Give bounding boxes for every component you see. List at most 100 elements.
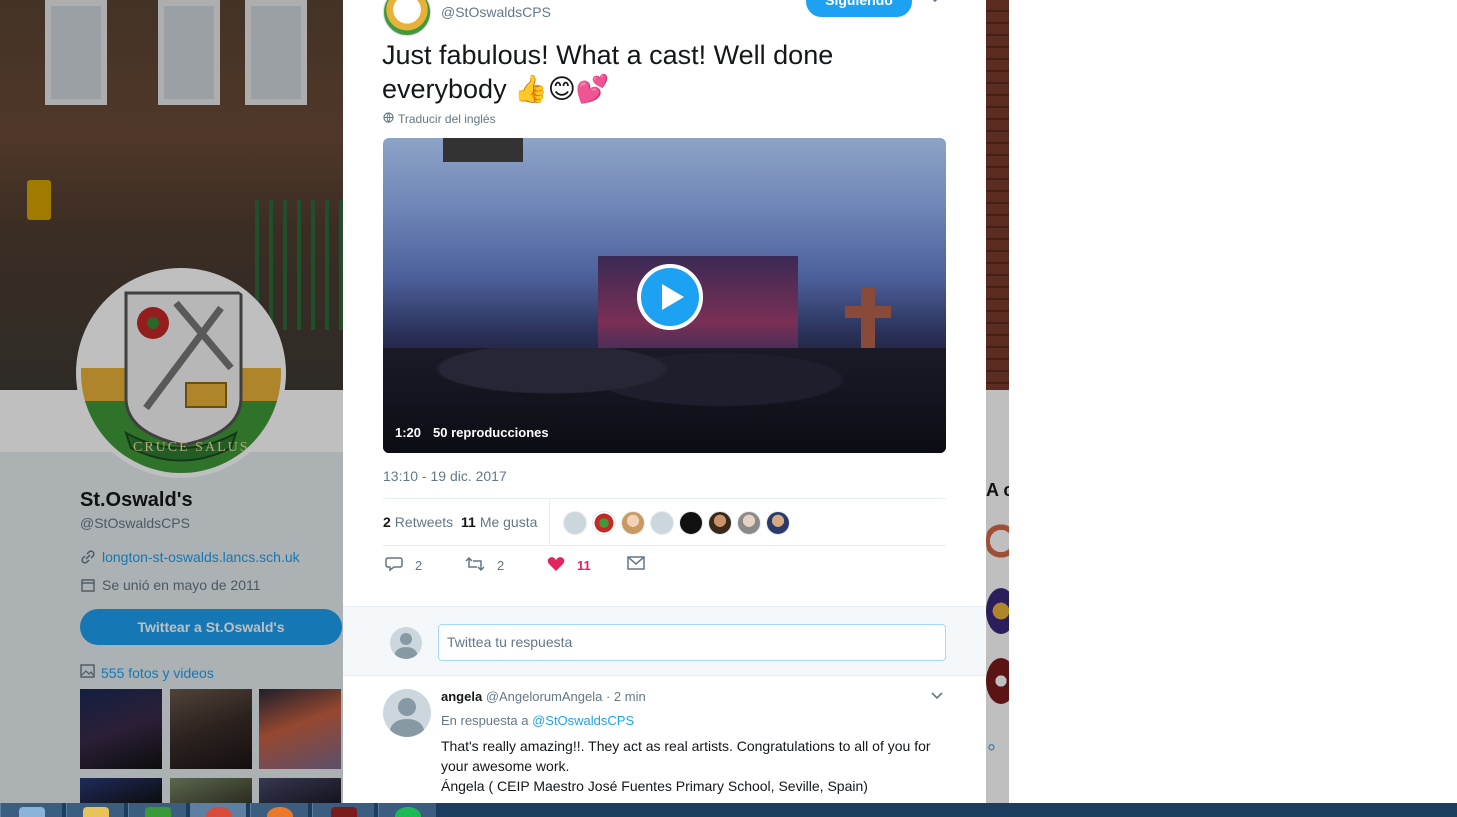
author-handle[interactable]: @StOswaldsCPS [441,4,551,20]
windows-taskbar [0,803,1457,817]
retweets-label: Retweets [394,514,454,530]
liker-avatar[interactable] [766,511,790,535]
media-thumbnail[interactable] [170,778,252,803]
reply-composer: Twittea tu respuesta [343,606,986,676]
translate-link[interactable]: Traducir del inglés [383,112,496,126]
photos-videos-link[interactable]: 555 fotos y videos [80,664,214,681]
profile-website: longton-st-oswalds.lancs.sch.uk [80,549,300,565]
taskbar-app-button[interactable] [312,803,374,817]
folder-icon [82,807,109,817]
banner-bollard [27,180,51,220]
taskbar-app-button[interactable] [0,803,62,817]
globe-icon [383,112,394,126]
reply-header: angela @AngelorumAngela · 2 min [441,689,646,704]
heart-icon [547,556,565,575]
taskbar-app-button[interactable] [128,803,186,817]
media-thumbnail[interactable] [259,778,341,803]
who-to-follow-column: A c ⚪ [986,452,1009,803]
app-icon [144,807,171,817]
profile-joined-text: Se unió en mayo de 2011 [102,577,261,593]
video-meta: 1:20 50 reproducciones [395,425,549,440]
retweet-count: 2 [497,558,505,573]
direct-message-action[interactable] [627,556,645,573]
stats-divider [549,499,550,546]
banner-window [158,0,220,105]
video-views: 50 reproducciones [433,425,549,440]
browser-icon [266,807,293,817]
media-thumbnail[interactable] [80,689,162,769]
profile-avatar[interactable]: CRUCE SALUS [76,268,286,478]
suggested-account-avatar[interactable] [986,588,1009,634]
banner-brick-wall [986,0,1009,390]
in-reply-to: En respuesta a @StOswaldsCPS [441,713,634,728]
retweet-icon [465,556,485,575]
reply-author-name[interactable]: angela [441,689,482,704]
video-projector [443,138,523,162]
browser-icon [205,807,232,817]
reply-time[interactable]: · 2 min [606,689,646,704]
taskbar-app-button[interactable] [66,803,124,817]
in-reply-to-handle[interactable]: @StOswaldsCPS [532,713,634,728]
taskbar-app-button[interactable] [378,803,436,817]
tweet-stats: 2 Retweets 11 Me gusta [383,498,946,546]
profile-website-link[interactable]: longton-st-oswalds.lancs.sch.uk [102,549,300,565]
video-cross-bar [845,306,891,318]
suggested-account-avatar[interactable] [986,518,1009,564]
profile-name[interactable]: St.Oswald's [80,489,193,512]
tweet-actions: 2 2 11 [383,556,946,584]
banner-railing [255,200,343,330]
chevron-down-icon[interactable] [928,0,948,12]
tweet-timestamp[interactable]: 13:10 - 19 dic. 2017 [383,468,507,484]
envelope-icon [627,556,645,573]
liker-avatar[interactable] [650,511,674,535]
banner-window [245,0,307,105]
reply-author-avatar[interactable] [383,689,431,737]
liker-avatar[interactable] [737,511,761,535]
likes-count: 11 [461,514,476,530]
liker-avatar[interactable] [679,511,703,535]
video-duration: 1:20 [395,425,422,440]
app-icon [18,807,45,817]
liker-avatar[interactable] [592,511,616,535]
taskbar-app-button[interactable] [250,803,308,817]
reply-action[interactable]: 2 [385,556,422,575]
crest-motto: CRUCE SALUS [133,440,250,455]
link-icon [80,549,96,565]
author-avatar[interactable] [383,0,431,36]
reply-text: That's really amazing!!. They act as rea… [441,736,941,796]
tweet-text: Just fabulous! What a cast! Well done ev… [382,40,834,104]
media-thumbnail[interactable] [80,778,162,803]
like-action[interactable]: 11 [547,556,591,575]
following-button[interactable]: Siguiendo [806,0,912,17]
photos-videos-label: 555 fotos y videos [101,664,214,681]
in-reply-to-prefix: En respuesta a [441,713,529,728]
play-icon[interactable] [637,264,703,330]
reply-input[interactable]: Twittea tu respuesta [438,624,946,661]
media-thumbnail[interactable] [170,689,252,769]
reply-text-line: That's really amazing!!. They act as rea… [441,738,931,774]
retweets-stat[interactable]: 2 Retweets [383,514,453,530]
right-column-heading: A c [986,480,1009,500]
reply-tweet[interactable]: angela @AngelorumAngela · 2 min En respu… [343,677,986,803]
taskbar-app-button[interactable] [190,803,246,817]
people-icon: ⚪ [986,740,997,755]
suggested-account-avatar[interactable] [986,658,1009,704]
tweet-to-button[interactable]: Twittear a St.Oswald's [80,609,342,645]
liker-avatar[interactable] [621,511,645,535]
retweet-action[interactable]: 2 [465,556,504,575]
video-player[interactable]: 1:20 50 reproducciones [383,138,946,453]
reply-author-handle[interactable]: @AngelorumAngela [486,689,603,704]
calendar-icon [80,577,96,593]
photo-icon [80,664,95,681]
app-icon [330,807,357,817]
liker-avatar[interactable] [708,511,732,535]
reply-count: 2 [415,558,423,573]
likes-stat[interactable]: 11 Me gusta [461,514,537,530]
reply-icon [385,556,403,575]
media-thumbnail[interactable] [259,689,341,769]
liker-avatar[interactable] [563,511,587,535]
profile-joined: Se unió en mayo de 2011 [80,577,261,593]
current-user-avatar [390,627,422,659]
profile-handle[interactable]: @StOswaldsCPS [80,515,190,531]
chevron-down-icon[interactable] [930,689,944,708]
